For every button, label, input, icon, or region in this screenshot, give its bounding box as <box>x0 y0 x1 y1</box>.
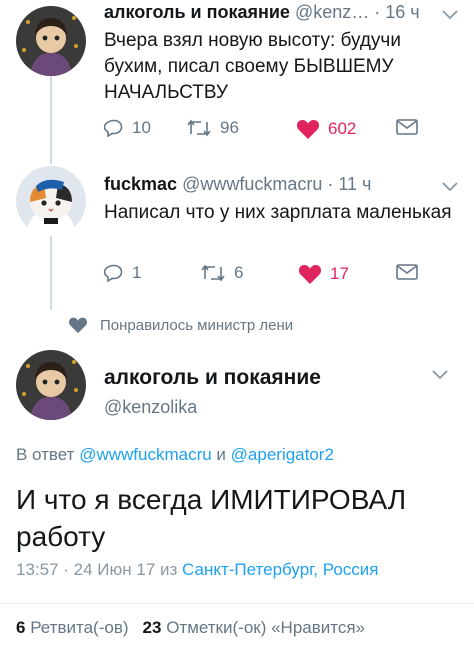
retweets-label: Ретвита(-ов) <box>30 618 129 637</box>
thread-line-middle <box>50 230 52 310</box>
tweet2-actions: 1 6 17 <box>104 263 434 287</box>
reply-icon <box>104 264 123 283</box>
reply-to-user2-link[interactable]: @aperigator2 <box>231 445 334 464</box>
tweet1-text-line: НАЧАЛЬСТВУ <box>104 82 228 103</box>
tweet2-reply-count: 1 <box>132 263 142 282</box>
envelope-icon <box>396 264 418 280</box>
reply-to-line: В ответ @wwwfuckmacru и @aperigator2 <box>16 445 334 465</box>
envelope-icon <box>396 119 418 135</box>
tweet1-reply-button[interactable]: 10 <box>104 118 151 138</box>
tweet2-author-name[interactable]: fuckmac <box>104 174 177 194</box>
tweet1-text: Вчера взял новую высоту: будучи бухим, п… <box>104 28 401 106</box>
main-tweet-meta: 13:57 · 24 Июн 17 из Санкт-Петербург, Ро… <box>16 560 378 580</box>
liked-by-text: Понравилось министр лени <box>100 316 294 334</box>
heart-icon <box>296 120 320 139</box>
tweet1-header: алкоголь и покаяние @kenz… · 16 ч <box>104 2 420 23</box>
retweets-stat[interactable]: 6 Ретвита(-ов) <box>16 618 129 637</box>
tweet2-like-button[interactable]: 17 <box>298 263 349 285</box>
main-author-name[interactable]: алкоголь и покаяние <box>104 366 321 390</box>
tweet1-text-line: Вчера взял новую высоту: будучи <box>104 30 401 51</box>
reply-icon <box>104 119 123 138</box>
tweet2-header: fuckmac @wwwfuckmacru · 11 ч <box>104 174 371 195</box>
tweet1-like-button[interactable]: 602 <box>296 118 356 140</box>
main-text-line: работу <box>16 521 106 552</box>
heart-icon <box>68 317 88 334</box>
tweet1-like-count: 602 <box>328 119 357 138</box>
tweet2-retweet-count: 6 <box>234 263 244 282</box>
tweet2-message-button[interactable] <box>396 263 418 281</box>
tweet1-handle-time[interactable]: @kenz… · 16 ч <box>295 2 420 22</box>
stats-divider <box>0 603 474 604</box>
tweet2-like-count: 17 <box>330 264 349 283</box>
reply-to-prefix: В ответ <box>16 445 75 464</box>
main-timestamp[interactable]: 13:57 · 24 Июн 17 из <box>16 560 177 579</box>
reply-to-user1-link[interactable]: @wwwfuckmacru <box>79 445 212 464</box>
main-tweet-text: И что я всегда ИМИТИРОВАЛ работу <box>16 481 456 555</box>
avatar-kenzolika[interactable] <box>16 6 86 76</box>
tweet1-chevron-down-icon[interactable] <box>442 10 458 20</box>
main-location-link[interactable]: Санкт-Петербург, Россия <box>182 560 378 579</box>
tweet1-author-name[interactable]: алкоголь и покаяние <box>104 2 290 22</box>
tweet2-retweet-button[interactable]: 6 <box>200 263 243 283</box>
retweet-icon <box>187 119 211 137</box>
main-text-line: И что я всегда ИМИТИРОВАЛ <box>16 484 407 515</box>
tweet1-text-line: бухим, писал своему БЫВШЕМУ <box>104 56 394 77</box>
tweet1-message-button[interactable] <box>396 118 418 136</box>
heart-icon <box>298 265 322 284</box>
tweet-stats: 6 Ретвита(-ов) 23 Отметки(-ок) «Нравится» <box>16 618 365 638</box>
tweet2-handle-time[interactable]: @wwwfuckmacru · 11 ч <box>182 174 371 194</box>
tweet2-chevron-down-icon[interactable] <box>442 182 458 192</box>
likes-count: 23 <box>142 618 162 637</box>
retweet-icon <box>201 264 225 282</box>
reply-to-and: и <box>216 445 226 464</box>
main-chevron-down-icon[interactable] <box>432 370 448 380</box>
retweets-count: 6 <box>16 618 26 637</box>
tweet1-reply-count: 10 <box>132 118 151 137</box>
tweet1-retweet-button[interactable]: 96 <box>186 118 239 138</box>
likes-stat[interactable]: 23 Отметки(-ок) «Нравится» <box>143 618 366 637</box>
main-author-handle[interactable]: @kenzolika <box>104 397 197 418</box>
tweet1-actions: 10 96 602 <box>104 118 434 142</box>
thread-line-top <box>50 76 52 164</box>
avatar-wwwfuckmacru[interactable] <box>16 166 86 236</box>
tweet1-retweet-count: 96 <box>220 118 239 137</box>
tweet2-reply-button[interactable]: 1 <box>104 263 141 283</box>
tweet2-text: Написал что у них зарплата маленькая <box>104 202 452 223</box>
main-avatar-kenzolika[interactable] <box>16 350 86 420</box>
liked-by-notice[interactable]: Понравилось министр лени <box>68 316 293 334</box>
likes-label: Отметки(-ок) «Нравится» <box>166 618 366 637</box>
